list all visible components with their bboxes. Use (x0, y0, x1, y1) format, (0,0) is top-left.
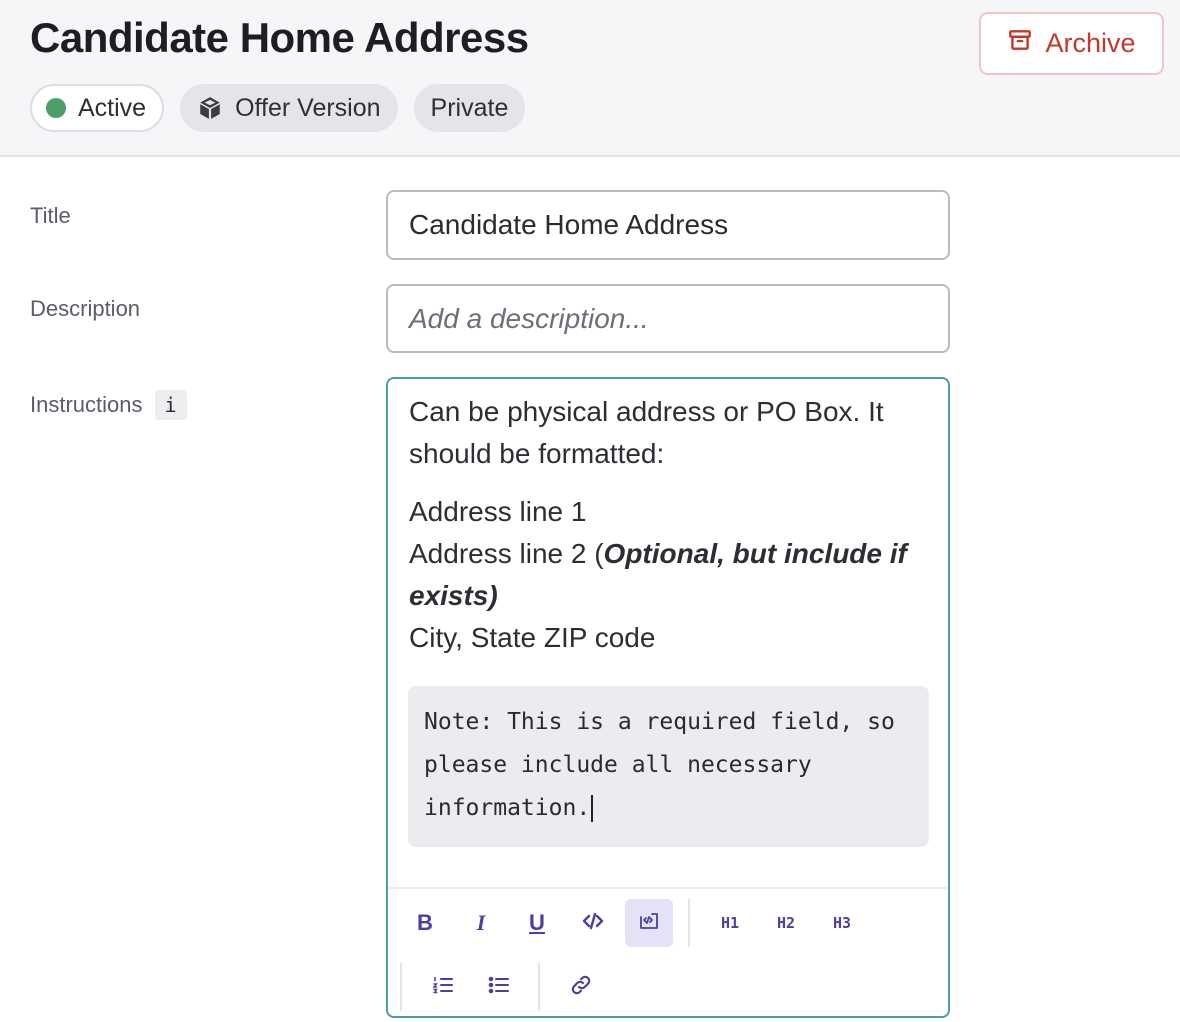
status-badge-active[interactable]: Active (30, 84, 165, 132)
title-label: Title (30, 203, 71, 228)
description-placeholder: Add a description... (409, 302, 649, 334)
address-line-2-text: Address line 2 ( (409, 538, 604, 569)
title-input[interactable]: Candidate Home Address (386, 190, 950, 260)
archive-label: Archive (1045, 28, 1136, 58)
status-badges: Active Offer Version Private (30, 84, 526, 132)
code-inline-button[interactable] (569, 899, 617, 947)
archive-icon (1007, 27, 1033, 60)
title-input-value: Candidate Home Address (409, 209, 729, 240)
bullet-list-button[interactable] (475, 963, 523, 1011)
page-header: Candidate Home Address Archive Active Of… (0, 0, 1180, 157)
heading-2-button[interactable]: H2 (762, 899, 810, 947)
code-block-button[interactable] (625, 899, 673, 947)
code-block-text: Note: This is a required field, so pleas… (424, 709, 895, 821)
instructions-editor[interactable]: Can be physical address or PO Box. It sh… (386, 377, 950, 1018)
offer-version-label: Offer Version (235, 93, 381, 122)
archive-button[interactable]: Archive (979, 12, 1164, 75)
info-icon[interactable]: i (154, 390, 187, 420)
toolbar-divider (688, 899, 690, 947)
address-line-3: City, State ZIP code (409, 622, 656, 653)
link-button[interactable] (557, 963, 605, 1011)
private-badge[interactable]: Private (413, 84, 526, 132)
bold-button[interactable]: B (401, 899, 449, 947)
description-input[interactable]: Add a description... (386, 284, 950, 353)
code-block-icon (637, 909, 661, 938)
ordered-list-button[interactable] (419, 963, 467, 1011)
heading-3-button[interactable]: H3 (818, 899, 866, 947)
editor-toolbar: B I U H1 H2 H3 (388, 887, 948, 1016)
instructions-label: Instructions (30, 392, 143, 417)
editor-address-format: Address line 1 Address line 2 (Optional,… (409, 491, 929, 659)
code-icon (581, 909, 605, 938)
ordered-list-icon (431, 973, 455, 1002)
toolbar-divider (400, 963, 402, 1011)
heading-1-button[interactable]: H1 (706, 899, 754, 947)
italic-button[interactable]: I (457, 899, 505, 947)
text-caret (591, 795, 594, 822)
private-label: Private (430, 93, 509, 122)
offer-version-badge[interactable]: Offer Version (180, 84, 398, 132)
underline-button[interactable]: U (513, 899, 561, 947)
active-status-dot (46, 98, 66, 118)
cube-icon (197, 95, 223, 121)
toolbar-divider (538, 963, 540, 1011)
address-line-1: Address line 1 (409, 496, 587, 527)
link-icon (569, 973, 593, 1002)
bullet-list-icon (487, 973, 511, 1002)
status-badge-label: Active (78, 93, 147, 122)
editor-content[interactable]: Can be physical address or PO Box. It sh… (409, 391, 929, 659)
instructions-label-row: Instructions i (30, 390, 187, 420)
code-block[interactable]: Note: This is a required field, so pleas… (408, 686, 929, 847)
page-title: Candidate Home Address (30, 14, 529, 61)
description-label: Description (30, 296, 141, 321)
editor-paragraph: Can be physical address or PO Box. It sh… (409, 396, 884, 469)
address-line-2: Address line 2 (Optional, but include if… (409, 533, 929, 617)
